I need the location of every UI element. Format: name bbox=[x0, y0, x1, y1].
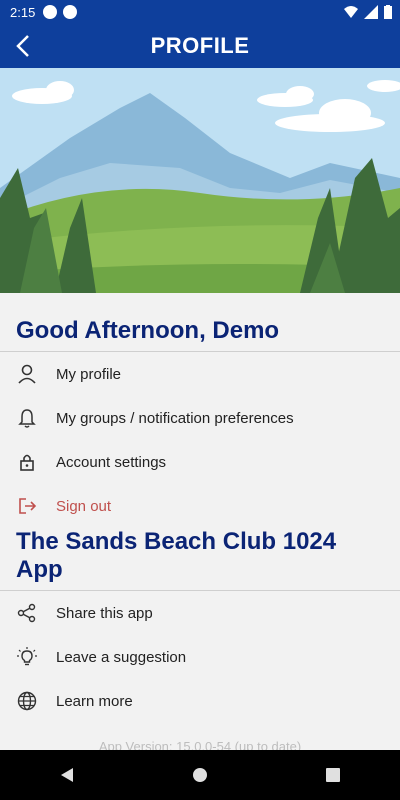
menu-item-groups-notifications[interactable]: My groups / notification preferences bbox=[0, 396, 400, 440]
person-icon bbox=[16, 363, 38, 385]
menu-item-leave-suggestion[interactable]: Leave a suggestion bbox=[0, 635, 400, 679]
menu-item-my-profile[interactable]: My profile bbox=[0, 352, 400, 396]
nav-back-button[interactable] bbox=[42, 750, 92, 800]
share-icon bbox=[16, 602, 38, 624]
chevron-left-icon bbox=[16, 35, 29, 57]
nav-recents-button[interactable] bbox=[308, 750, 358, 800]
greeting-heading: Good Afternoon, Demo bbox=[16, 317, 280, 344]
signal-icon bbox=[364, 5, 378, 19]
profile-content: Good Afternoon, Demo My profile My group… bbox=[0, 293, 400, 754]
status-time: 2:15 bbox=[10, 4, 36, 20]
square-recents-icon bbox=[326, 768, 341, 782]
globe-icon bbox=[16, 690, 38, 712]
battery-icon bbox=[384, 5, 392, 19]
menu-item-sign-out[interactable]: Sign out bbox=[0, 484, 400, 528]
app-section-heading: The Sands Beach Club 1024 App bbox=[16, 528, 337, 583]
menu-item-learn-more[interactable]: Learn more bbox=[0, 679, 400, 723]
bell-icon bbox=[16, 407, 38, 429]
menu-item-share-app[interactable]: Share this app bbox=[0, 591, 400, 635]
system-nav-bar bbox=[0, 750, 400, 800]
app-notification-icon bbox=[43, 5, 58, 19]
wifi-icon bbox=[344, 6, 358, 18]
chat-notification-icon bbox=[63, 5, 78, 19]
menu-item-label: My profile bbox=[56, 365, 122, 383]
landscape-illustration bbox=[0, 68, 400, 293]
menu-item-label: Share this app bbox=[56, 604, 153, 622]
sign-out-icon bbox=[16, 495, 38, 517]
menu-item-label: Sign out bbox=[56, 497, 112, 515]
status-bar: 2:15 bbox=[0, 0, 400, 24]
landscape-banner bbox=[0, 68, 400, 293]
app-bar: PROFILE bbox=[0, 24, 400, 68]
menu-item-account-settings[interactable]: Account settings bbox=[0, 440, 400, 484]
page-title: PROFILE bbox=[150, 33, 250, 58]
nav-home-button[interactable] bbox=[175, 750, 225, 800]
back-button[interactable] bbox=[8, 30, 40, 62]
notification-icons bbox=[43, 5, 78, 19]
triangle-back-icon bbox=[60, 768, 73, 782]
system-icons bbox=[344, 5, 392, 19]
menu-item-label: Account settings bbox=[56, 453, 167, 471]
menu-item-label: Learn more bbox=[56, 692, 133, 710]
lock-icon bbox=[16, 451, 38, 473]
menu-item-label: My groups / notification preferences bbox=[56, 409, 294, 427]
menu-item-label: Leave a suggestion bbox=[56, 648, 187, 666]
circle-home-icon bbox=[192, 768, 207, 782]
lightbulb-icon bbox=[16, 646, 38, 668]
